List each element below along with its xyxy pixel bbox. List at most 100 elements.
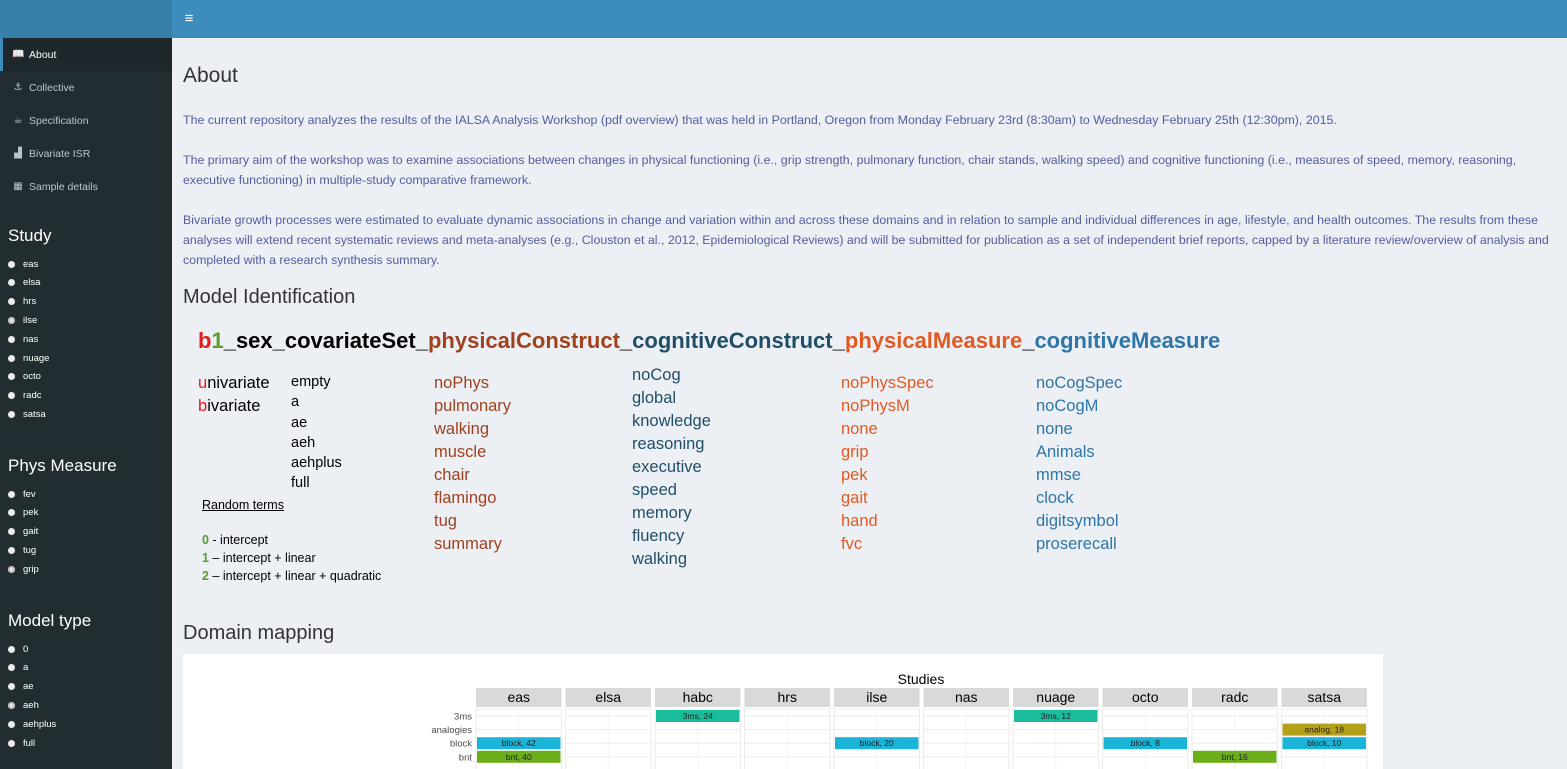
- radio-dot[interactable]: [8, 298, 15, 306]
- sidebar-item-label: Sample details: [29, 180, 98, 193]
- cognitive-measure-item: Animals: [1036, 443, 1095, 461]
- model-radio-a[interactable]: a: [8, 659, 28, 677]
- cognitive-measure-item: none: [1036, 420, 1073, 438]
- radio-label: 0: [23, 643, 29, 655]
- cognitive-construct-item: noCog: [632, 366, 681, 384]
- cognitive-measure-item: mmse: [1036, 466, 1081, 484]
- main-content: About The current repository analyzes th…: [172, 38, 1567, 769]
- cognitive-construct-item: fluency: [632, 527, 685, 545]
- cell-label-eas-block: block, 42: [502, 738, 536, 748]
- study-radio-hrs[interactable]: hrs: [8, 293, 36, 311]
- model-type-list: univariate bivariate: [198, 372, 270, 418]
- radio-label: aehplus: [23, 718, 57, 730]
- study-radio-eas[interactable]: eas: [8, 255, 38, 273]
- model-radio-full[interactable]: full: [8, 734, 35, 752]
- strip-label-elsa: elsa: [595, 689, 621, 705]
- physical-construct-item: walking: [434, 420, 490, 438]
- cell-label-satsa-block: block, 10: [1307, 738, 1341, 748]
- cell-label-radc-bnt: bnt, 16: [1222, 752, 1248, 762]
- phys-measure-heading: Phys Measure: [8, 456, 117, 475]
- sidebar-item-specification[interactable]: ☕ Specification: [0, 104, 172, 137]
- type-bivariate: bivariate: [198, 397, 261, 415]
- phys-radio-pek[interactable]: pek: [8, 504, 38, 522]
- sidebar-item-collective[interactable]: ⚓ Collective: [0, 71, 172, 104]
- cognitive-measure-item: clock: [1036, 489, 1074, 507]
- physical-measure-item: none: [841, 420, 878, 438]
- physical-measure-item: pek: [841, 466, 868, 484]
- sidebar-item-label: Bivariate ISR: [29, 147, 91, 160]
- study-radio-nuage[interactable]: nuage: [8, 349, 49, 367]
- pattern-physical-measure: physicalMeasure: [844, 328, 1023, 353]
- radio-dot[interactable]: [8, 720, 15, 728]
- cell-label-nuage-3ms: 3ms, 12: [1041, 711, 1072, 721]
- pattern-random: 1: [211, 328, 224, 353]
- domain-mapping-heading: Domain mapping: [183, 622, 335, 644]
- physical-construct-item: noPhys: [434, 374, 490, 392]
- model-name-pattern: b1_sex_covariateSet_physicalConstruct_co…: [198, 328, 1220, 354]
- study-radio-satsa[interactable]: satsa: [8, 405, 46, 423]
- cell-label-habc-3ms: 3ms, 24: [683, 711, 714, 721]
- cognitive-construct-item: knowledge: [632, 412, 711, 430]
- radio-dot[interactable]: [8, 335, 15, 343]
- phys-radio-tug[interactable]: tug: [8, 541, 36, 559]
- radio-label: ae: [23, 681, 34, 693]
- row-label-bnt: bnt: [459, 752, 473, 763]
- radio-dot[interactable]: [8, 645, 15, 653]
- sidebar-item-about[interactable]: 📖 About: [0, 38, 172, 71]
- cell-label-eas-bnt: bnt, 40: [506, 752, 532, 762]
- model-radio-ae[interactable]: ae: [8, 678, 34, 696]
- sidebar-item-bivariate-isr[interactable]: ▟ Bivariate ISR: [0, 137, 172, 170]
- radio-dot[interactable]: [8, 279, 15, 287]
- physical-measure-item: fvc: [841, 535, 863, 553]
- study-radio-ilse[interactable]: ilse: [8, 311, 37, 329]
- physical-measure-item: gait: [841, 489, 868, 507]
- physical-measure-item: hand: [841, 512, 878, 530]
- growth-paragraph: Bivariate growth processes were estimate…: [183, 213, 1549, 267]
- domain-mapping-chart: Studies eas elsa habc hrs ilse nas nuage octo rad…: [183, 654, 1383, 769]
- radio-dot[interactable]: [8, 490, 15, 498]
- model-radio-aehplus[interactable]: aehplus: [8, 715, 56, 733]
- hamburger-icon[interactable]: ≡: [180, 10, 198, 28]
- sidebar-item-label: About: [29, 48, 57, 61]
- type-univariate: univariate: [198, 374, 270, 392]
- radio-label: full: [23, 737, 36, 749]
- pattern-sex-covariate: _sex_covariateSet_: [223, 328, 428, 353]
- covariate-set-item: ae: [291, 414, 308, 431]
- radio-dot[interactable]: [8, 739, 15, 747]
- study-radio-radc[interactable]: radc: [8, 387, 41, 405]
- radio-dot[interactable]: [8, 701, 15, 709]
- radio-dot[interactable]: [8, 392, 15, 400]
- cell-label-satsa-analogies: analog, 18: [1304, 725, 1344, 735]
- cell-label-octo-block: block, 8: [1131, 738, 1161, 748]
- phys-radio-grip[interactable]: grip: [8, 560, 39, 578]
- radio-dot[interactable]: [8, 410, 15, 418]
- radio-dot[interactable]: [8, 546, 15, 554]
- study-radio-octo[interactable]: octo: [8, 368, 41, 386]
- domain-mapping-svg: Studies eas elsa habc hrs ilse nas nuage octo rad…: [431, 671, 1368, 769]
- radio-dot[interactable]: [8, 509, 15, 517]
- radio-dot[interactable]: [8, 316, 15, 324]
- phys-radio-gait[interactable]: gait: [8, 523, 38, 541]
- phys-radio-fev[interactable]: fev: [8, 485, 36, 503]
- strip-label-satsa: satsa: [1308, 689, 1342, 705]
- radio-dot[interactable]: [8, 683, 15, 691]
- radio-dot[interactable]: [8, 664, 15, 672]
- model-radio-0[interactable]: 0: [8, 640, 28, 658]
- strip-label-eas: eas: [507, 689, 530, 705]
- study-radio-elsa[interactable]: elsa: [8, 274, 40, 292]
- radio-label: radc: [23, 390, 42, 402]
- model-radio-aeh[interactable]: aeh: [8, 696, 39, 714]
- radio-dot[interactable]: [8, 373, 15, 381]
- radio-label: hrs: [23, 296, 37, 308]
- covariate-set-item: a: [291, 394, 300, 411]
- covariate-set-item: empty: [291, 374, 331, 390]
- radio-dot[interactable]: [8, 260, 15, 268]
- cognitive-measure-item: noCogSpec: [1036, 374, 1123, 392]
- radio-dot[interactable]: [8, 354, 15, 362]
- radio-dot[interactable]: [8, 565, 15, 573]
- radio-label: eas: [23, 258, 39, 270]
- sidebar-item-sample-details[interactable]: ▦ Sample details: [0, 170, 172, 203]
- study-radio-nas[interactable]: nas: [8, 330, 38, 348]
- physical-construct-list: noPhys pulmonary walking muscle chair flaming…: [434, 372, 511, 556]
- radio-dot[interactable]: [8, 528, 15, 536]
